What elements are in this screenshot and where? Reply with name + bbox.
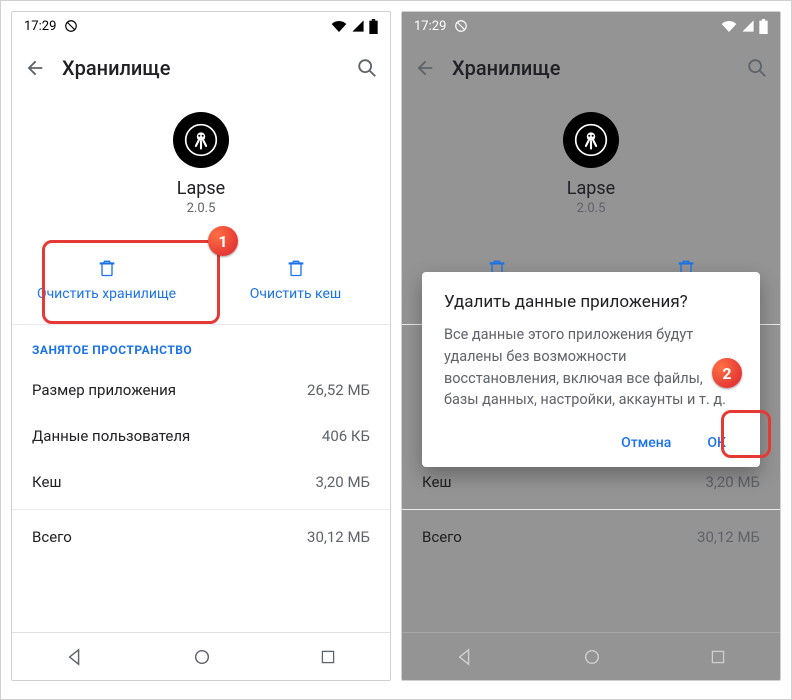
row-label: Размер приложения [32,381,176,399]
status-bar: 17:29 [12,12,390,40]
status-time: 17:29 [24,19,56,34]
clear-storage-label: Очистить хранилище [37,286,176,302]
row-label: Кеш [422,473,452,491]
dialog-title: Удалить данные приложения? [444,292,738,312]
page-title: Хранилище [452,56,730,80]
divider [12,509,390,510]
app-version: 2.0.5 [402,201,780,216]
row-label: Данные пользователя [32,427,190,445]
section-header: ЗАНЯТОЕ ПРОСТРАНСТВО [12,325,390,367]
callout-badge-2: 2 [712,358,742,388]
row-value: 30,12 МБ [697,528,760,546]
nav-recent-icon[interactable] [320,649,336,665]
cancel-button[interactable]: Отмена [609,427,683,459]
status-bar: 17:29 [402,12,780,40]
divider [402,509,780,510]
app-header: Lapse 2.0.5 [402,96,780,224]
stage: 17:29 Хранилище [0,0,792,700]
row-value: 26,52 МБ [307,381,370,399]
app-bar: Хранилище [12,40,390,96]
app-icon [173,112,229,168]
dialog-actions: Отмена ОК [444,411,738,459]
nav-back-icon[interactable] [66,648,84,666]
clear-storage-button[interactable]: Очистить хранилище [12,240,201,324]
row-value: 3,20 МБ [315,473,370,491]
app-version: 2.0.5 [12,201,390,216]
row-user-data: Данные пользователя 406 КБ [12,413,390,459]
wifi-icon [721,19,737,33]
back-icon[interactable] [24,57,46,79]
row-value: 3,20 МБ [705,473,760,491]
wifi-icon [331,19,347,33]
dnd-icon [64,19,78,33]
ok-button[interactable]: ОК [695,427,738,459]
confirm-dialog: Удалить данные приложения? Все данные эт… [422,272,760,467]
app-header: Lapse 2.0.5 [12,96,390,224]
app-name: Lapse [12,178,390,199]
battery-icon [759,19,768,34]
signal-icon [741,19,755,33]
row-value: 30,12 МБ [307,528,370,546]
phone-right: 17:29 Хранилище [401,11,781,681]
row-value: 406 КБ [322,427,370,445]
battery-icon [369,19,378,34]
trash-icon [97,258,117,278]
page-title: Хранилище [62,56,340,80]
action-row: Очистить хранилище Очистить кеш [12,240,390,325]
row-label: Всего [32,528,72,546]
status-time: 17:29 [414,19,446,34]
row-cache: Кеш 3,20 МБ [12,459,390,505]
clear-cache-label: Очистить кеш [250,286,342,302]
content: Lapse 2.0.5 Очистить хранилище Очистить … [12,96,390,632]
nav-home-icon[interactable] [583,648,601,666]
signal-icon [351,19,365,33]
dnd-icon [454,19,468,33]
nav-recent-icon[interactable] [710,649,726,665]
app-name: Lapse [402,178,780,199]
callout-badge-1: 1 [208,226,238,256]
nav-home-icon[interactable] [193,648,211,666]
back-icon[interactable] [414,57,436,79]
row-total: Всего 30,12 МБ [402,514,780,560]
dialog-body: Все данные этого приложения будут удален… [444,324,738,411]
nav-back-icon[interactable] [456,648,474,666]
row-app-size: Размер приложения 26,52 МБ [12,367,390,413]
app-bar: Хранилище [402,40,780,96]
nav-bar [12,632,390,680]
app-icon [563,112,619,168]
search-icon[interactable] [356,57,378,79]
row-label: Всего [422,528,462,546]
trash-icon [286,258,306,278]
search-icon[interactable] [746,57,768,79]
row-label: Кеш [32,473,62,491]
row-total: Всего 30,12 МБ [12,514,390,560]
nav-bar [402,632,780,680]
phone-left: 17:29 Хранилище [11,11,391,681]
